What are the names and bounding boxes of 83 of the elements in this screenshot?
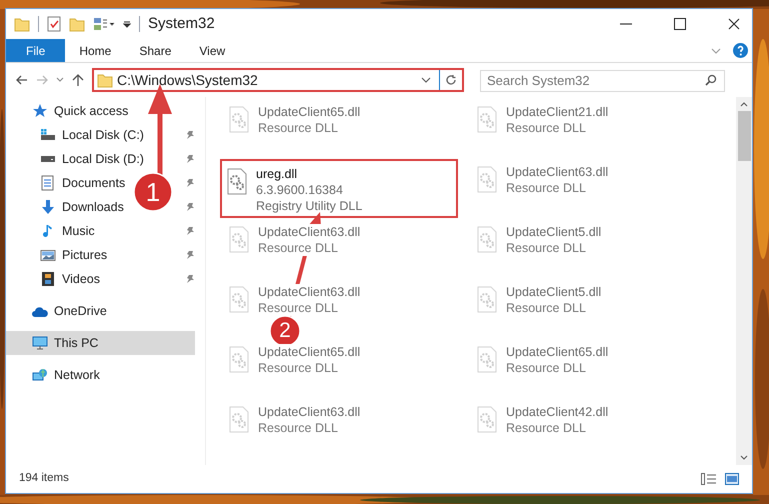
file-tile[interactable]: ureg.dll 6.3.9600.16384 Registry Utility DLL (220, 159, 458, 218)
gear-file-icon (226, 168, 248, 196)
file-name: UpdateClient63.dll (258, 224, 360, 240)
up-arrow-icon[interactable] (72, 74, 84, 86)
sidebar-item[interactable]: Videos (6, 267, 102, 291)
scrollbar-thumb[interactable] (738, 111, 750, 161)
file-name: UpdateClient42.dll (506, 404, 608, 420)
document-icon (41, 175, 55, 191)
file-detail: Resource DLL (258, 240, 338, 256)
file-name: UpdateClient63.dll (258, 284, 360, 300)
sidebar-item[interactable]: Local Disk (D:) (6, 147, 146, 171)
annotation-badge (269, 315, 301, 347)
file-name: UpdateClient63.dll (506, 164, 608, 180)
view-options-icon[interactable] (93, 17, 115, 31)
download-arrow-icon (41, 199, 55, 215)
sidebar-item[interactable]: Documents (6, 171, 128, 195)
dropdown-icon[interactable] (123, 20, 131, 28)
refresh-icon[interactable] (445, 74, 457, 86)
sidebar-item[interactable]: Downloads (6, 195, 126, 219)
search-field[interactable]: Search System32 (480, 70, 725, 92)
picture-icon (40, 250, 56, 260)
film-icon (42, 272, 54, 286)
gear-file-icon (228, 226, 250, 254)
large-icons-view-icon[interactable] (725, 473, 739, 485)
sidebar-item[interactable]: This PC (6, 331, 195, 355)
file-name: UpdateClient65.dll (258, 344, 360, 360)
sidebar-item[interactable]: Pictures (6, 243, 110, 267)
file-name: UpdateClient5.dll (506, 284, 602, 300)
scrollbar[interactable] (736, 97, 752, 465)
ribbon-tab[interactable]: File (6, 39, 66, 62)
annotation-number: 1 (144, 177, 162, 207)
file-detail: 6.3.9600.16384 (256, 182, 343, 198)
file-name: UpdateClient21.dll (506, 104, 608, 120)
help-icon[interactable] (733, 43, 748, 58)
details-view-icon[interactable] (701, 473, 717, 485)
file-detail: Resource DLL (258, 300, 338, 316)
cloud-icon (32, 306, 48, 316)
chevron-down-icon[interactable] (421, 76, 431, 84)
monitor-icon (32, 335, 48, 351)
file-name: UpdateClient63.dll (258, 404, 360, 420)
address-path: C:\Windows\System32 (117, 70, 258, 90)
file-name: UpdateClient5.dll (506, 224, 602, 240)
star-icon (32, 103, 48, 119)
sidebar-item[interactable]: OneDrive (6, 299, 109, 323)
scroll-up-icon[interactable] (740, 101, 748, 107)
file-name: UpdateClient65.dll (506, 344, 608, 360)
window-title: System32 (148, 14, 215, 34)
ribbon-tab[interactable]: View (185, 39, 240, 62)
gear-file-icon (228, 346, 250, 374)
file-detail: Registry Utility DLL (256, 198, 362, 214)
gear-file-icon (476, 226, 498, 254)
gear-file-icon (228, 406, 250, 434)
sidebar-item[interactable]: Music (6, 219, 97, 243)
back-arrow-icon[interactable] (16, 75, 28, 85)
chevron-down-icon[interactable] (56, 77, 64, 83)
drive-icon (40, 129, 56, 141)
gear-file-icon (476, 106, 498, 134)
folder-icon (97, 72, 113, 88)
scroll-down-icon[interactable] (740, 455, 748, 461)
search-icon[interactable] (705, 74, 717, 86)
ribbon-tab[interactable]: Home (65, 39, 126, 62)
close-icon[interactable] (728, 18, 740, 30)
file-name: UpdateClient65.dll (258, 104, 360, 120)
maximize-icon[interactable] (674, 18, 686, 30)
sidebar-item[interactable]: Network (6, 363, 102, 387)
drive-icon (40, 156, 56, 162)
sidebar-item[interactable]: Quick access (6, 99, 130, 123)
properties-icon[interactable] (47, 16, 61, 32)
annotation-number: 2 (278, 319, 292, 343)
file-name: ureg.dll (256, 166, 297, 182)
gear-file-icon (476, 166, 498, 194)
sidebar-item[interactable]: Local Disk (C:) (6, 123, 146, 147)
address-bar[interactable]: C:\Windows\System32 (92, 68, 464, 92)
gear-file-icon (476, 286, 498, 314)
gear-file-icon (228, 106, 250, 134)
gear-file-icon (476, 406, 498, 434)
annotation-badge (133, 172, 173, 212)
network-icon (32, 368, 48, 382)
ribbon-tab[interactable]: Share (125, 39, 186, 62)
item-count: 194 items (19, 471, 69, 486)
gear-file-icon (228, 286, 250, 314)
music-note-icon (43, 223, 53, 239)
gear-file-icon (476, 346, 498, 374)
